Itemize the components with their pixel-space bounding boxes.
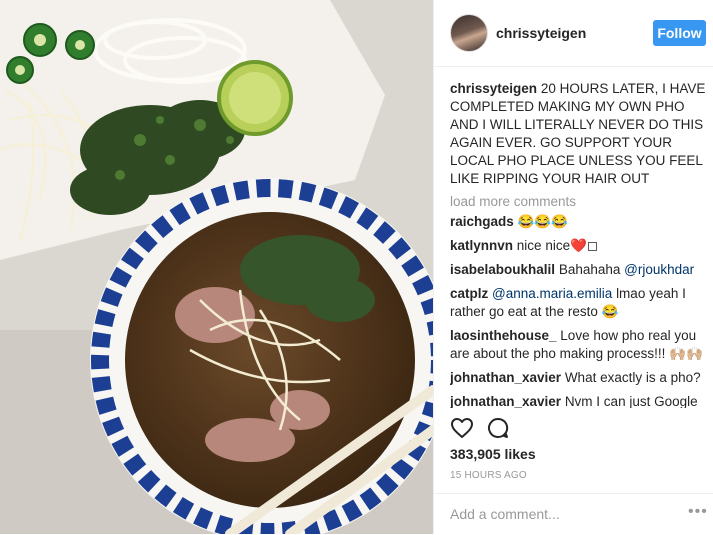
post-photo[interactable] [0, 0, 433, 534]
comment-username[interactable]: katlynnvn [450, 238, 513, 253]
comment-mention-link[interactable]: @anna.maria.emilia [492, 286, 612, 301]
comment-item: laosinthehouse_ Love how pho real you ar… [450, 327, 706, 363]
follow-button[interactable]: Follow [653, 20, 706, 46]
comment-username[interactable]: johnathan_xavier [450, 370, 561, 385]
caption-username[interactable]: chrissyteigen [450, 81, 537, 96]
comment-username[interactable]: raichgads [450, 214, 514, 229]
comment-username[interactable]: johnathan_xavier [450, 394, 561, 408]
post-sidebar: chrissyteigen Follow chrissyteigen 20 HO… [433, 0, 713, 534]
comment-item: katlynnvn nice nice❤️◻ [450, 237, 706, 255]
heart-icon[interactable] [450, 416, 474, 440]
comment-username[interactable]: catplz [450, 286, 488, 301]
pho-bowl-image [0, 0, 433, 534]
post-actions [450, 416, 706, 442]
comment-text: nice nice❤️◻ [516, 238, 599, 253]
comment-item: raichgads 😂😂😂 [450, 213, 706, 231]
avatar[interactable] [450, 14, 488, 52]
comment-username[interactable]: laosinthehouse_ [450, 328, 557, 343]
post-header: chrissyteigen Follow [434, 0, 713, 67]
comment-username[interactable]: isabelaboukhalil [450, 262, 555, 277]
caption: chrissyteigen 20 HOURS LATER, I HAVE COM… [450, 80, 706, 188]
likes-count[interactable]: 383,905 likes [450, 446, 536, 462]
post-timestamp[interactable]: 15 HOURS AGO [450, 470, 527, 481]
comment-item: johnathan_xavier Nvm I can just Google [450, 393, 706, 408]
add-comment-section: ••• [434, 493, 713, 535]
comment-text: Nvm I can just Google [564, 394, 698, 408]
instagram-post: chrissyteigen Follow chrissyteigen 20 HO… [0, 0, 713, 534]
comment-mention-link[interactable]: @rjoukhdar [624, 262, 694, 277]
add-comment-input[interactable] [450, 503, 670, 525]
load-more-comments-link[interactable]: load more comments [450, 194, 706, 209]
comments-list[interactable]: chrissyteigen 20 HOURS LATER, I HAVE COM… [450, 80, 706, 408]
more-options-icon[interactable]: ••• [688, 503, 708, 521]
comment-bubble-icon[interactable] [486, 416, 510, 440]
comment-text: Bahahaha [558, 262, 621, 277]
comment-item: isabelaboukhalil Bahahaha @rjoukhdar [450, 261, 706, 279]
comment-item: catplz @anna.maria.emilia lmao yeah I ra… [450, 285, 706, 321]
caption-text: 20 HOURS LATER, I HAVE COMPLETED MAKING … [450, 81, 706, 186]
comment-text: What exactly is a pho? [564, 370, 701, 385]
username-link[interactable]: chrissyteigen [496, 25, 586, 41]
comment-item: johnathan_xavier What exactly is a pho? [450, 369, 706, 387]
comment-text: 😂😂😂 [517, 214, 568, 229]
